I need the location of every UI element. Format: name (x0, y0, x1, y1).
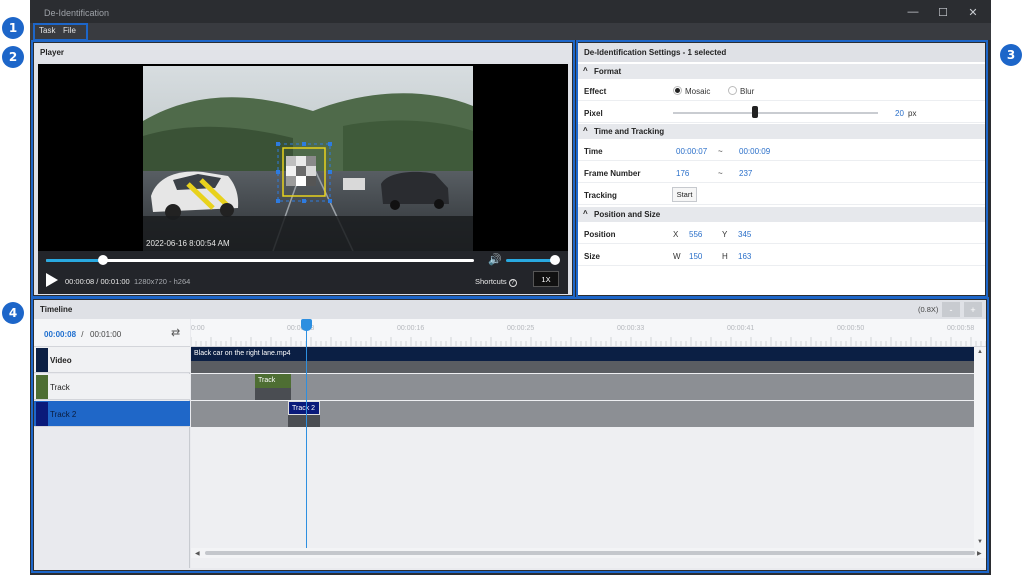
highlight-player (31, 40, 575, 298)
callout-2: 2 (2, 46, 24, 68)
callout-1: 1 (2, 17, 24, 39)
minimize-button[interactable]: — (898, 2, 928, 22)
window-title: De-Identification (44, 8, 110, 18)
highlight-menu (33, 23, 88, 41)
callout-3: 3 (1000, 44, 1022, 66)
menu-bar: Task File (30, 23, 991, 40)
highlight-timeline (31, 297, 989, 573)
title-bar: De-Identification — ☐ ✕ (30, 0, 991, 23)
app-window: De-Identification — ☐ ✕ Task File Player (30, 0, 991, 575)
app-screen: 1 2 3 4 De-Identification — ☐ ✕ Task Fil… (0, 0, 1024, 575)
callout-4: 4 (2, 302, 24, 324)
highlight-settings (576, 40, 988, 298)
maximize-button[interactable]: ☐ (928, 2, 958, 22)
close-button[interactable]: ✕ (958, 2, 988, 22)
